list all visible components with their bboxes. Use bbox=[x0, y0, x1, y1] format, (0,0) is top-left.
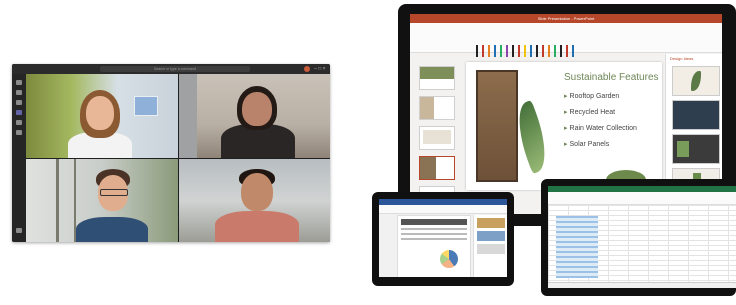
slide-canvas[interactable]: Sustainable Features Rooftop Garden Recy… bbox=[466, 62, 662, 190]
teams-meeting-window: Search or type a command – □ × bbox=[12, 64, 330, 242]
teams-icon[interactable] bbox=[16, 100, 22, 105]
calls-icon[interactable] bbox=[16, 120, 22, 125]
pie-chart-graphic bbox=[440, 250, 458, 268]
slide-thumbnail[interactable] bbox=[419, 66, 455, 90]
slide-thumbnail-selected[interactable] bbox=[419, 156, 455, 180]
word-document-page[interactable] bbox=[397, 215, 471, 277]
files-icon[interactable] bbox=[16, 130, 22, 135]
slide-bullet[interactable]: Recycled Heat bbox=[564, 108, 616, 116]
slide-thumbnail-pane bbox=[412, 58, 455, 212]
video-tile-participant-3[interactable] bbox=[26, 159, 178, 242]
excel-data-table[interactable] bbox=[556, 216, 598, 278]
user-avatar[interactable] bbox=[304, 66, 310, 72]
word-side-pane bbox=[473, 215, 507, 277]
design-ideas-title: Design Ideas bbox=[670, 56, 694, 61]
chat-icon[interactable] bbox=[16, 90, 22, 95]
excel-window bbox=[548, 186, 736, 288]
slide-thumbnail[interactable] bbox=[419, 96, 455, 120]
teams-app-rail bbox=[12, 74, 26, 242]
teams-search-input[interactable]: Search or type a command bbox=[100, 66, 250, 72]
slide-title[interactable]: Sustainable Features bbox=[564, 72, 662, 83]
word-ribbon bbox=[379, 205, 507, 214]
powerpoint-title-bar: Slide Presentation - PowerPoint bbox=[410, 14, 722, 23]
design-idea[interactable] bbox=[672, 134, 720, 164]
slide-thumbnail[interactable] bbox=[419, 126, 455, 150]
design-idea[interactable] bbox=[672, 66, 720, 96]
powerpoint-ribbon bbox=[410, 23, 722, 57]
window-controls[interactable]: – □ × bbox=[314, 65, 328, 73]
activity-icon[interactable] bbox=[16, 80, 22, 85]
slide-bullet[interactable]: Rooftop Garden bbox=[564, 92, 620, 100]
design-idea[interactable] bbox=[672, 100, 720, 130]
slide-bullet[interactable]: Rain Water Collection bbox=[564, 124, 637, 132]
door-image bbox=[476, 70, 518, 182]
help-icon[interactable] bbox=[16, 228, 22, 233]
video-tile-participant-1[interactable] bbox=[26, 74, 178, 158]
video-tile-participant-2[interactable] bbox=[179, 74, 330, 158]
word-window bbox=[379, 199, 507, 277]
excel-sheet-tabs[interactable] bbox=[548, 282, 736, 288]
calendar-icon[interactable] bbox=[16, 110, 22, 115]
slide-bullet[interactable]: Solar Panels bbox=[564, 140, 610, 148]
excel-ribbon bbox=[548, 192, 736, 205]
video-tile-participant-4[interactable] bbox=[179, 159, 330, 242]
